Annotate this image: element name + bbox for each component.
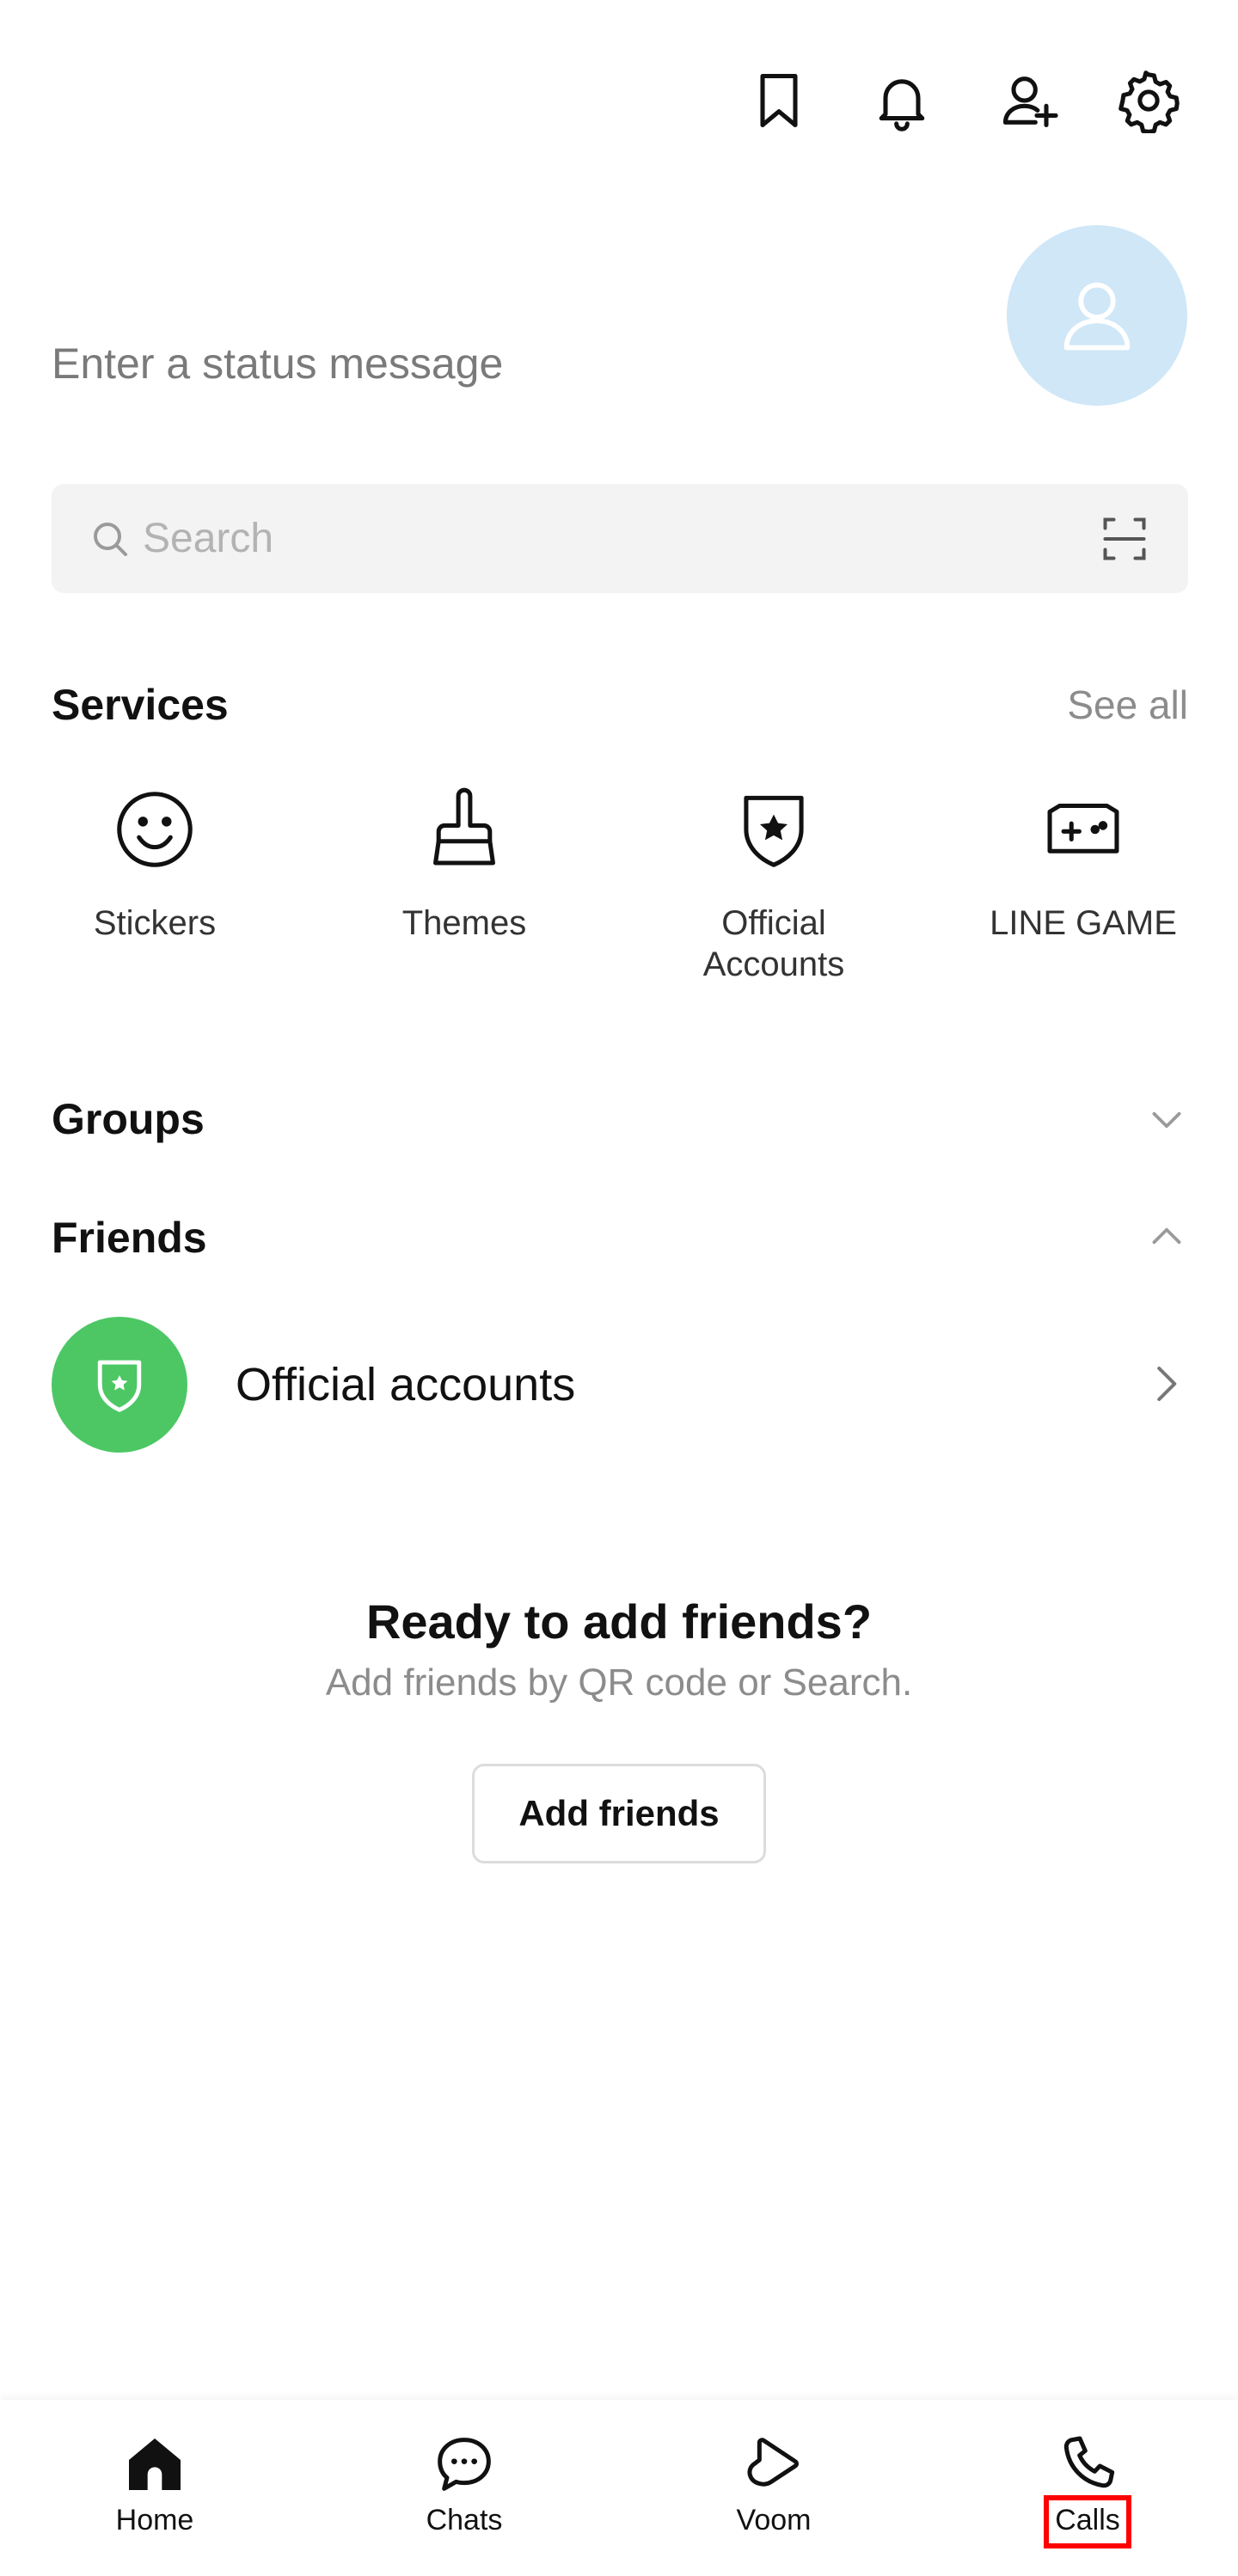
shield-star-icon (744, 795, 804, 867)
see-all-link[interactable]: See all (1067, 679, 1188, 731)
friends-title[interactable]: Friends (52, 1212, 207, 1264)
bookmark-icon[interactable] (740, 62, 818, 139)
phone-icon (1063, 2436, 1115, 2488)
calls-highlight-box (1044, 2495, 1131, 2548)
search-bar[interactable] (52, 484, 1188, 593)
nav-label-chats: Chats (426, 2504, 503, 2536)
smiley-icon (117, 792, 193, 867)
bell-icon[interactable] (863, 62, 941, 139)
search-icon (94, 523, 127, 556)
service-label-line1: Official (721, 904, 826, 942)
chevron-right-icon[interactable] (1142, 1361, 1188, 1407)
service-label: LINE GAME (990, 904, 1177, 942)
bottom-nav: Home Chats Voom Calls (0, 2400, 1238, 2576)
nav-voom[interactable]: Voom (688, 2430, 860, 2538)
nav-label-voom: Voom (736, 2504, 812, 2536)
chevron-up-icon[interactable] (1145, 1215, 1188, 1258)
services-title: Services (52, 681, 229, 729)
status-message[interactable]: Enter a status message (52, 333, 503, 394)
official-accounts-avatar[interactable] (52, 1317, 187, 1453)
gamepad-icon (1047, 803, 1119, 854)
service-official-accounts[interactable]: Official Accounts (632, 782, 916, 985)
chat-icon (438, 2438, 491, 2491)
add-friends-button[interactable]: Add friends (472, 1764, 766, 1863)
service-label: Themes (401, 904, 527, 942)
voom-icon (747, 2438, 799, 2487)
service-label: Stickers (93, 904, 217, 942)
official-accounts-label[interactable]: Official accounts (236, 1356, 575, 1413)
service-line-game[interactable]: LINE GAME (941, 782, 1225, 944)
service-themes[interactable]: Themes (322, 782, 606, 944)
nav-chats[interactable]: Chats (378, 2430, 550, 2538)
groups-title[interactable]: Groups (52, 1093, 205, 1145)
nav-home[interactable]: Home (69, 2430, 241, 2538)
shield-star-icon (97, 1360, 142, 1412)
settings-icon[interactable] (1110, 62, 1187, 139)
service-stickers[interactable]: Stickers (13, 782, 297, 944)
service-label-line2: Accounts (702, 945, 845, 983)
home-icon (129, 2438, 181, 2490)
avatar[interactable] (1007, 225, 1187, 406)
search-input[interactable] (143, 510, 1002, 566)
person-icon (1063, 282, 1131, 351)
chevron-down-icon[interactable] (1145, 1098, 1188, 1141)
add-friend-icon[interactable] (991, 62, 1069, 139)
empty-state-title: Ready to add friends? (365, 1594, 873, 1649)
qr-scan-icon[interactable] (1099, 513, 1150, 565)
empty-state-subtitle: Add friends by QR code or Search. (325, 1661, 913, 1704)
brush-icon (433, 787, 495, 866)
nav-label-home: Home (115, 2504, 194, 2536)
